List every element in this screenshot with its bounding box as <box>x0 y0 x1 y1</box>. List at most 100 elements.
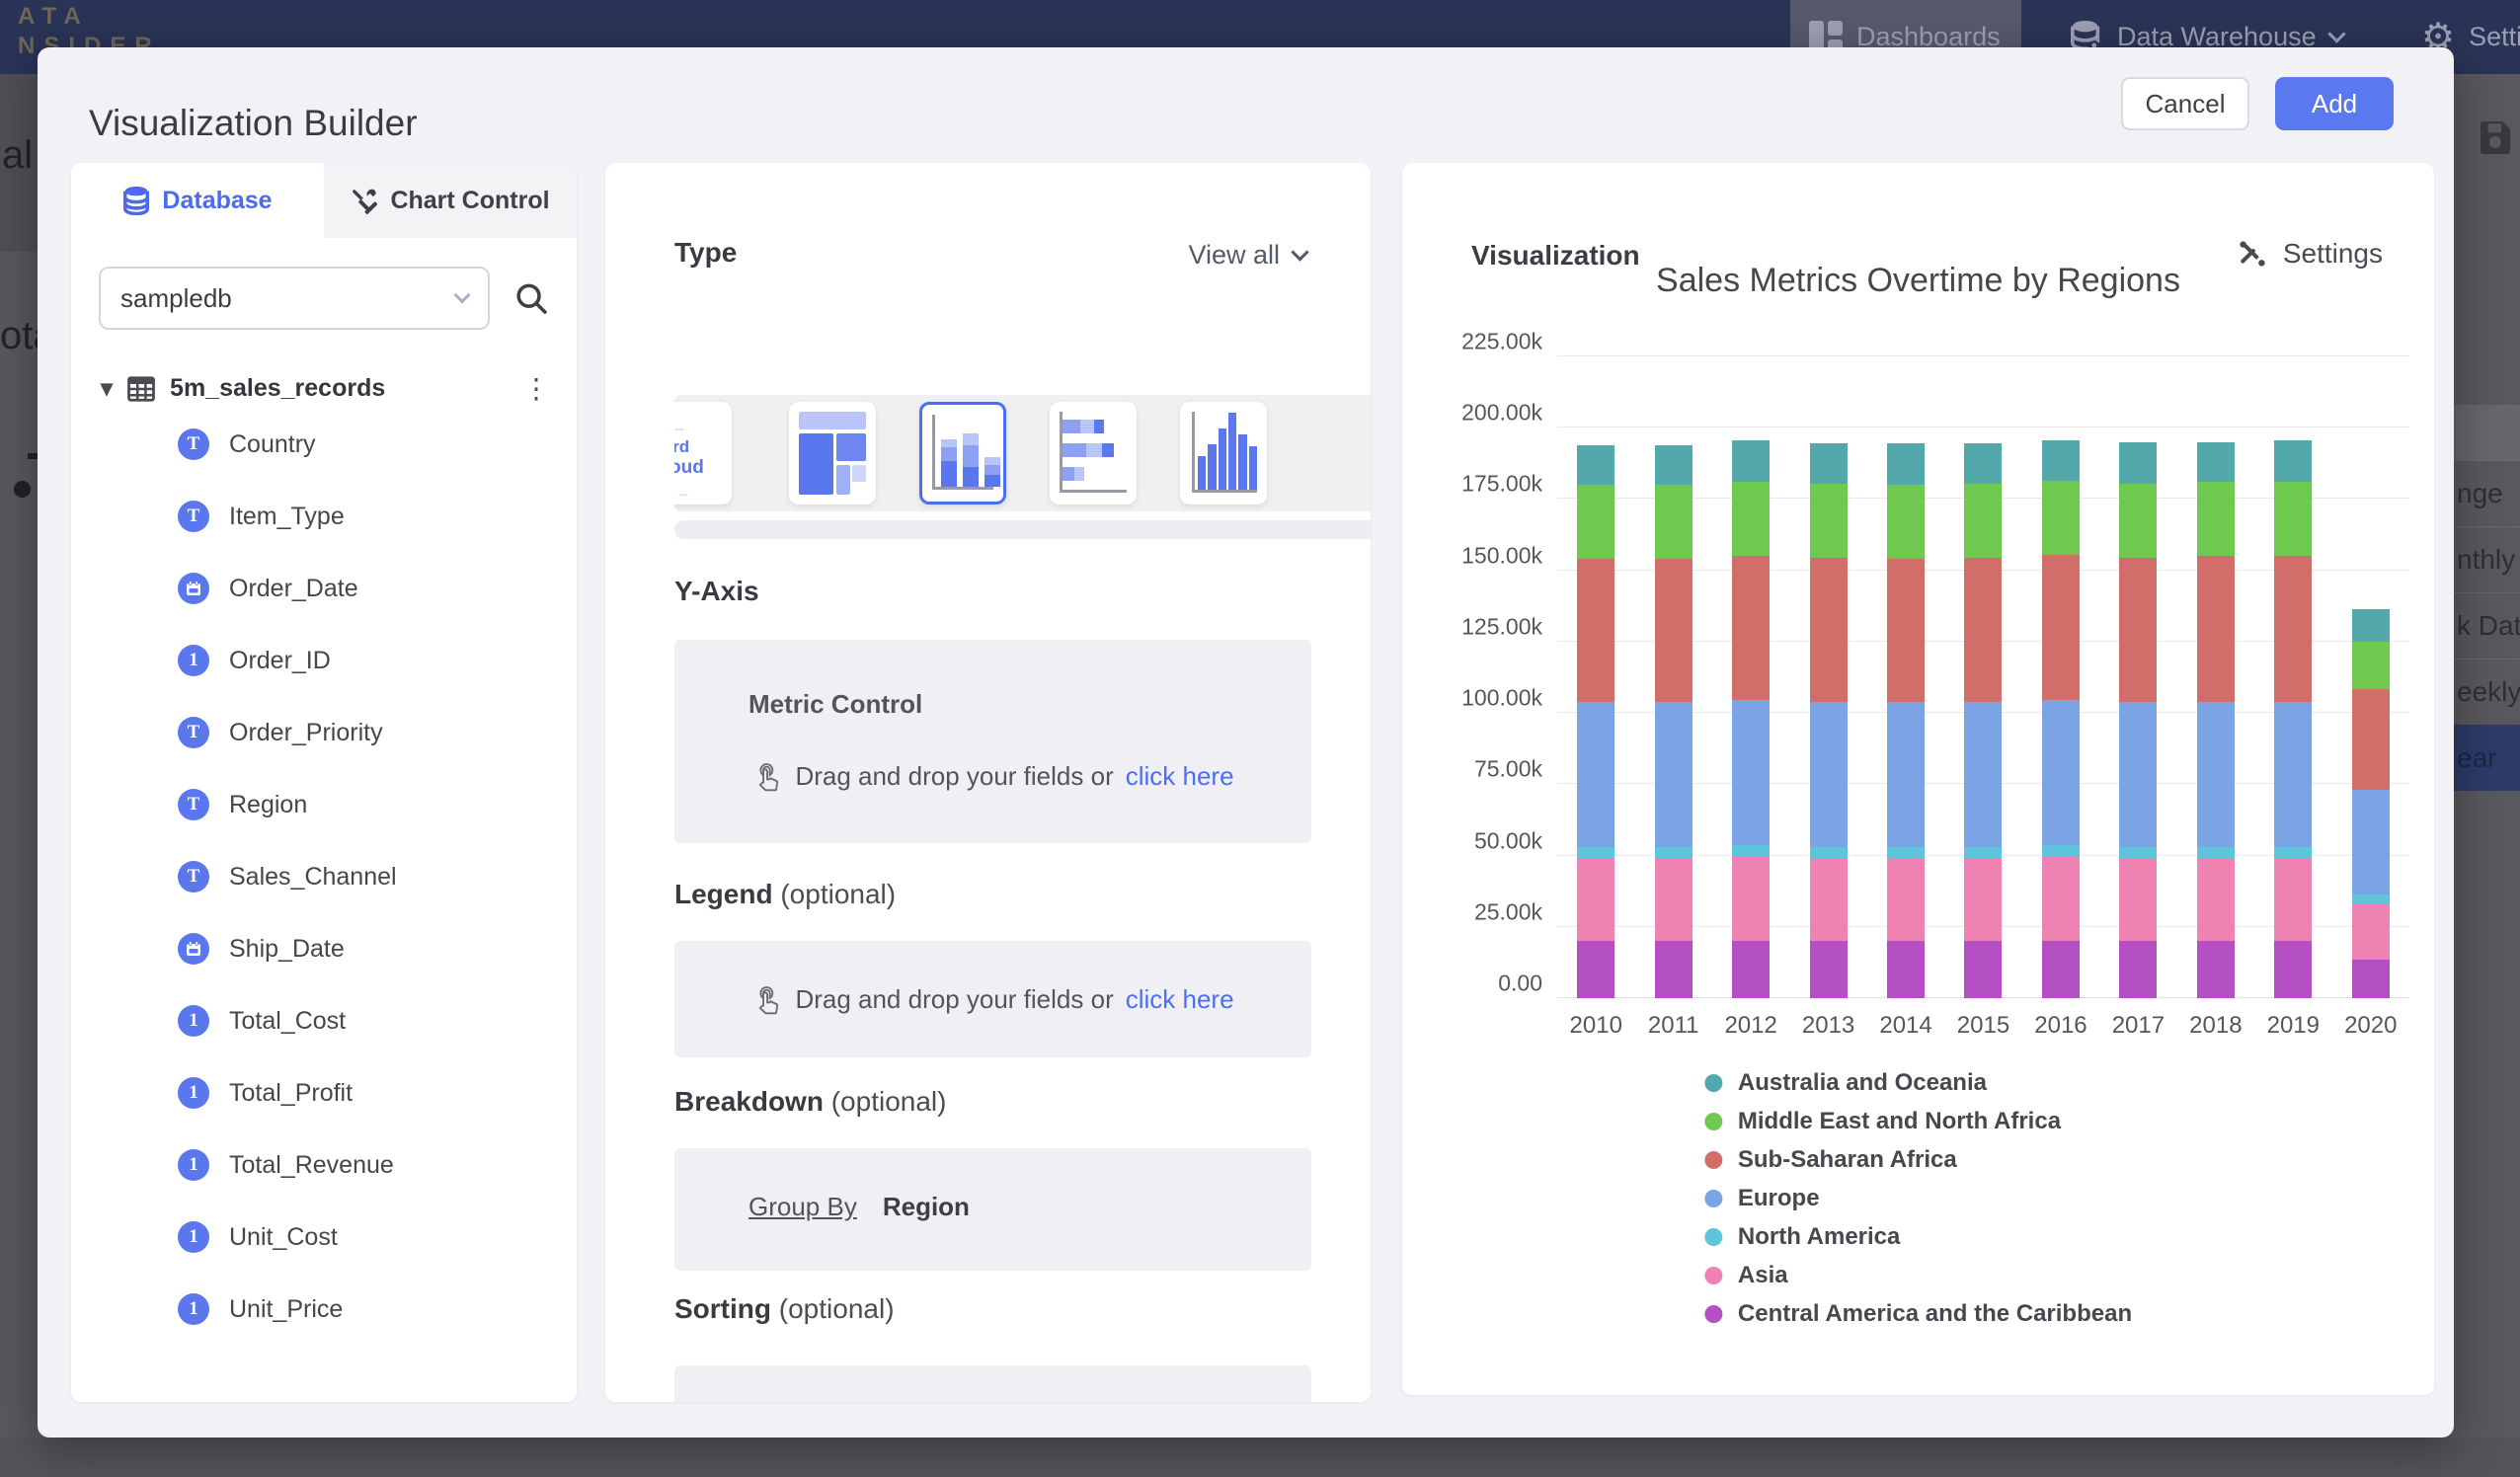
field-item-country[interactable]: TCountry <box>178 428 316 461</box>
bar-segment[interactable] <box>2119 484 2157 558</box>
bar-segment[interactable] <box>2352 790 2390 894</box>
bar-segment[interactable] <box>1887 443 1925 485</box>
bar-segment[interactable] <box>2197 847 2235 859</box>
bar-segment[interactable] <box>2119 558 2157 702</box>
field-item-unit_cost[interactable]: 1Unit_Cost <box>178 1220 338 1254</box>
bar-segment[interactable] <box>2274 847 2312 859</box>
stacked-bar-2013[interactable] <box>1810 443 1848 998</box>
bar-segment[interactable] <box>2352 894 2390 904</box>
legend-item[interactable]: Europe <box>1704 1179 2132 1217</box>
field-item-order_priority[interactable]: TOrder_Priority <box>178 716 383 749</box>
chart-type-stacked-bar[interactable] <box>1050 402 1137 505</box>
search-icon[interactable] <box>513 280 549 316</box>
legend-item[interactable]: Central America and the Caribbean <box>1704 1294 2132 1333</box>
field-item-region[interactable]: TRegion <box>178 788 307 821</box>
group-by-value[interactable]: Region <box>883 1192 970 1222</box>
bar-segment[interactable] <box>1577 941 1614 998</box>
field-item-total_revenue[interactable]: 1Total_Revenue <box>178 1148 394 1182</box>
bar-segment[interactable] <box>1655 702 1693 847</box>
click-here-link[interactable]: click here <box>1126 984 1234 1015</box>
bar-segment[interactable] <box>1577 858 1614 941</box>
bar-segment[interactable] <box>1964 443 2002 483</box>
stacked-bar-2020[interactable] <box>2352 609 2390 998</box>
stacked-bar-2012[interactable] <box>1732 440 1770 998</box>
bar-segment[interactable] <box>2274 858 2312 941</box>
cancel-button[interactable]: Cancel <box>2121 77 2249 130</box>
legend-item[interactable]: Sub-Saharan Africa <box>1704 1140 2132 1179</box>
group-by-label[interactable]: Group By <box>748 1192 857 1222</box>
caret-down-icon[interactable]: ▾ <box>101 374 113 403</box>
field-item-order_date[interactable]: Order_Date <box>178 572 358 605</box>
chart-type-stacked-column[interactable] <box>919 402 1006 505</box>
bar-segment[interactable] <box>2274 702 2312 847</box>
stacked-bar-2019[interactable] <box>2274 440 2312 998</box>
bar-segment[interactable] <box>1655 941 1693 998</box>
bar-segment[interactable] <box>2197 556 2235 701</box>
bar-segment[interactable] <box>1810 702 1848 847</box>
field-item-sales_channel[interactable]: TSales_Channel <box>178 860 397 894</box>
stacked-bar-2011[interactable] <box>1655 445 1693 998</box>
table-tree-node[interactable]: ▾ 5m_sales_records ⋮ <box>101 372 550 405</box>
bar-segment[interactable] <box>1887 702 1925 847</box>
bar-segment[interactable] <box>2119 847 2157 859</box>
horizontal-scrollbar[interactable] <box>674 520 1371 539</box>
field-item-order_id[interactable]: 1Order_ID <box>178 644 331 677</box>
bar-segment[interactable] <box>2352 642 2390 689</box>
legend-item[interactable]: Middle East and North Africa <box>1704 1102 2132 1140</box>
tab-chart-control[interactable]: Chart Control <box>324 163 577 238</box>
bar-segment[interactable] <box>1964 858 2002 941</box>
bar-segment[interactable] <box>1577 559 1614 701</box>
bar-segment[interactable] <box>2352 904 2390 960</box>
view-all-dropdown[interactable]: View all <box>1188 240 1306 271</box>
bar-segment[interactable] <box>2274 440 2312 482</box>
bar-segment[interactable] <box>1732 556 1770 700</box>
bar-segment[interactable] <box>1577 847 1614 859</box>
field-item-total_profit[interactable]: 1Total_Profit <box>178 1076 353 1110</box>
database-select[interactable]: sampledb <box>99 267 490 330</box>
bar-segment[interactable] <box>1732 482 1770 556</box>
chart-type-histogram[interactable] <box>1180 402 1267 505</box>
bar-segment[interactable] <box>2197 482 2235 556</box>
kebab-menu-icon[interactable]: ⋮ <box>522 372 550 405</box>
bar-segment[interactable] <box>1655 847 1693 859</box>
metric-control-dropzone[interactable]: Metric Control Drag and drop your fields… <box>674 640 1311 843</box>
bar-segment[interactable] <box>1732 857 1770 941</box>
bar-segment[interactable] <box>2119 858 2157 941</box>
bar-segment[interactable] <box>2352 689 2390 791</box>
bar-segment[interactable] <box>2352 960 2390 998</box>
bar-segment[interactable] <box>2042 700 2080 845</box>
bar-segment[interactable] <box>2042 440 2080 480</box>
stacked-bar-2017[interactable] <box>2119 442 2157 998</box>
bar-segment[interactable] <box>2274 941 2312 998</box>
bar-segment[interactable] <box>2119 442 2157 484</box>
bar-segment[interactable] <box>1732 845 1770 857</box>
bar-segment[interactable] <box>1964 847 2002 859</box>
bar-segment[interactable] <box>1655 559 1693 701</box>
bar-segment[interactable] <box>2042 555 2080 700</box>
field-item-item_type[interactable]: TItem_Type <box>178 500 345 533</box>
stacked-bar-2018[interactable] <box>2197 442 2235 998</box>
bar-segment[interactable] <box>1810 484 1848 558</box>
legend-dropzone[interactable]: Drag and drop your fields or click here <box>674 941 1311 1057</box>
bar-segment[interactable] <box>1887 847 1925 859</box>
bar-segment[interactable] <box>1887 858 1925 941</box>
bar-segment[interactable] <box>2197 442 2235 482</box>
field-item-unit_price[interactable]: 1Unit_Price <box>178 1292 343 1326</box>
bar-segment[interactable] <box>2042 845 2080 857</box>
chart-type-word-cloud[interactable]: WordCloud~~~~~~~~~~ <box>674 402 732 505</box>
bar-segment[interactable] <box>2197 702 2235 847</box>
stacked-bar-2016[interactable] <box>2042 440 2080 998</box>
add-button[interactable]: Add <box>2275 77 2394 130</box>
bar-segment[interactable] <box>1964 702 2002 847</box>
bar-segment[interactable] <box>1732 440 1770 482</box>
bar-segment[interactable] <box>1732 941 1770 998</box>
bar-segment[interactable] <box>1887 941 1925 998</box>
stacked-bar-2010[interactable] <box>1577 445 1614 998</box>
bar-segment[interactable] <box>1577 485 1614 559</box>
tab-database[interactable]: Database <box>71 163 324 238</box>
bar-segment[interactable] <box>1964 484 2002 558</box>
bar-segment[interactable] <box>2274 482 2312 556</box>
bar-segment[interactable] <box>1810 858 1848 941</box>
bar-segment[interactable] <box>2042 481 2080 555</box>
bar-segment[interactable] <box>1810 443 1848 483</box>
